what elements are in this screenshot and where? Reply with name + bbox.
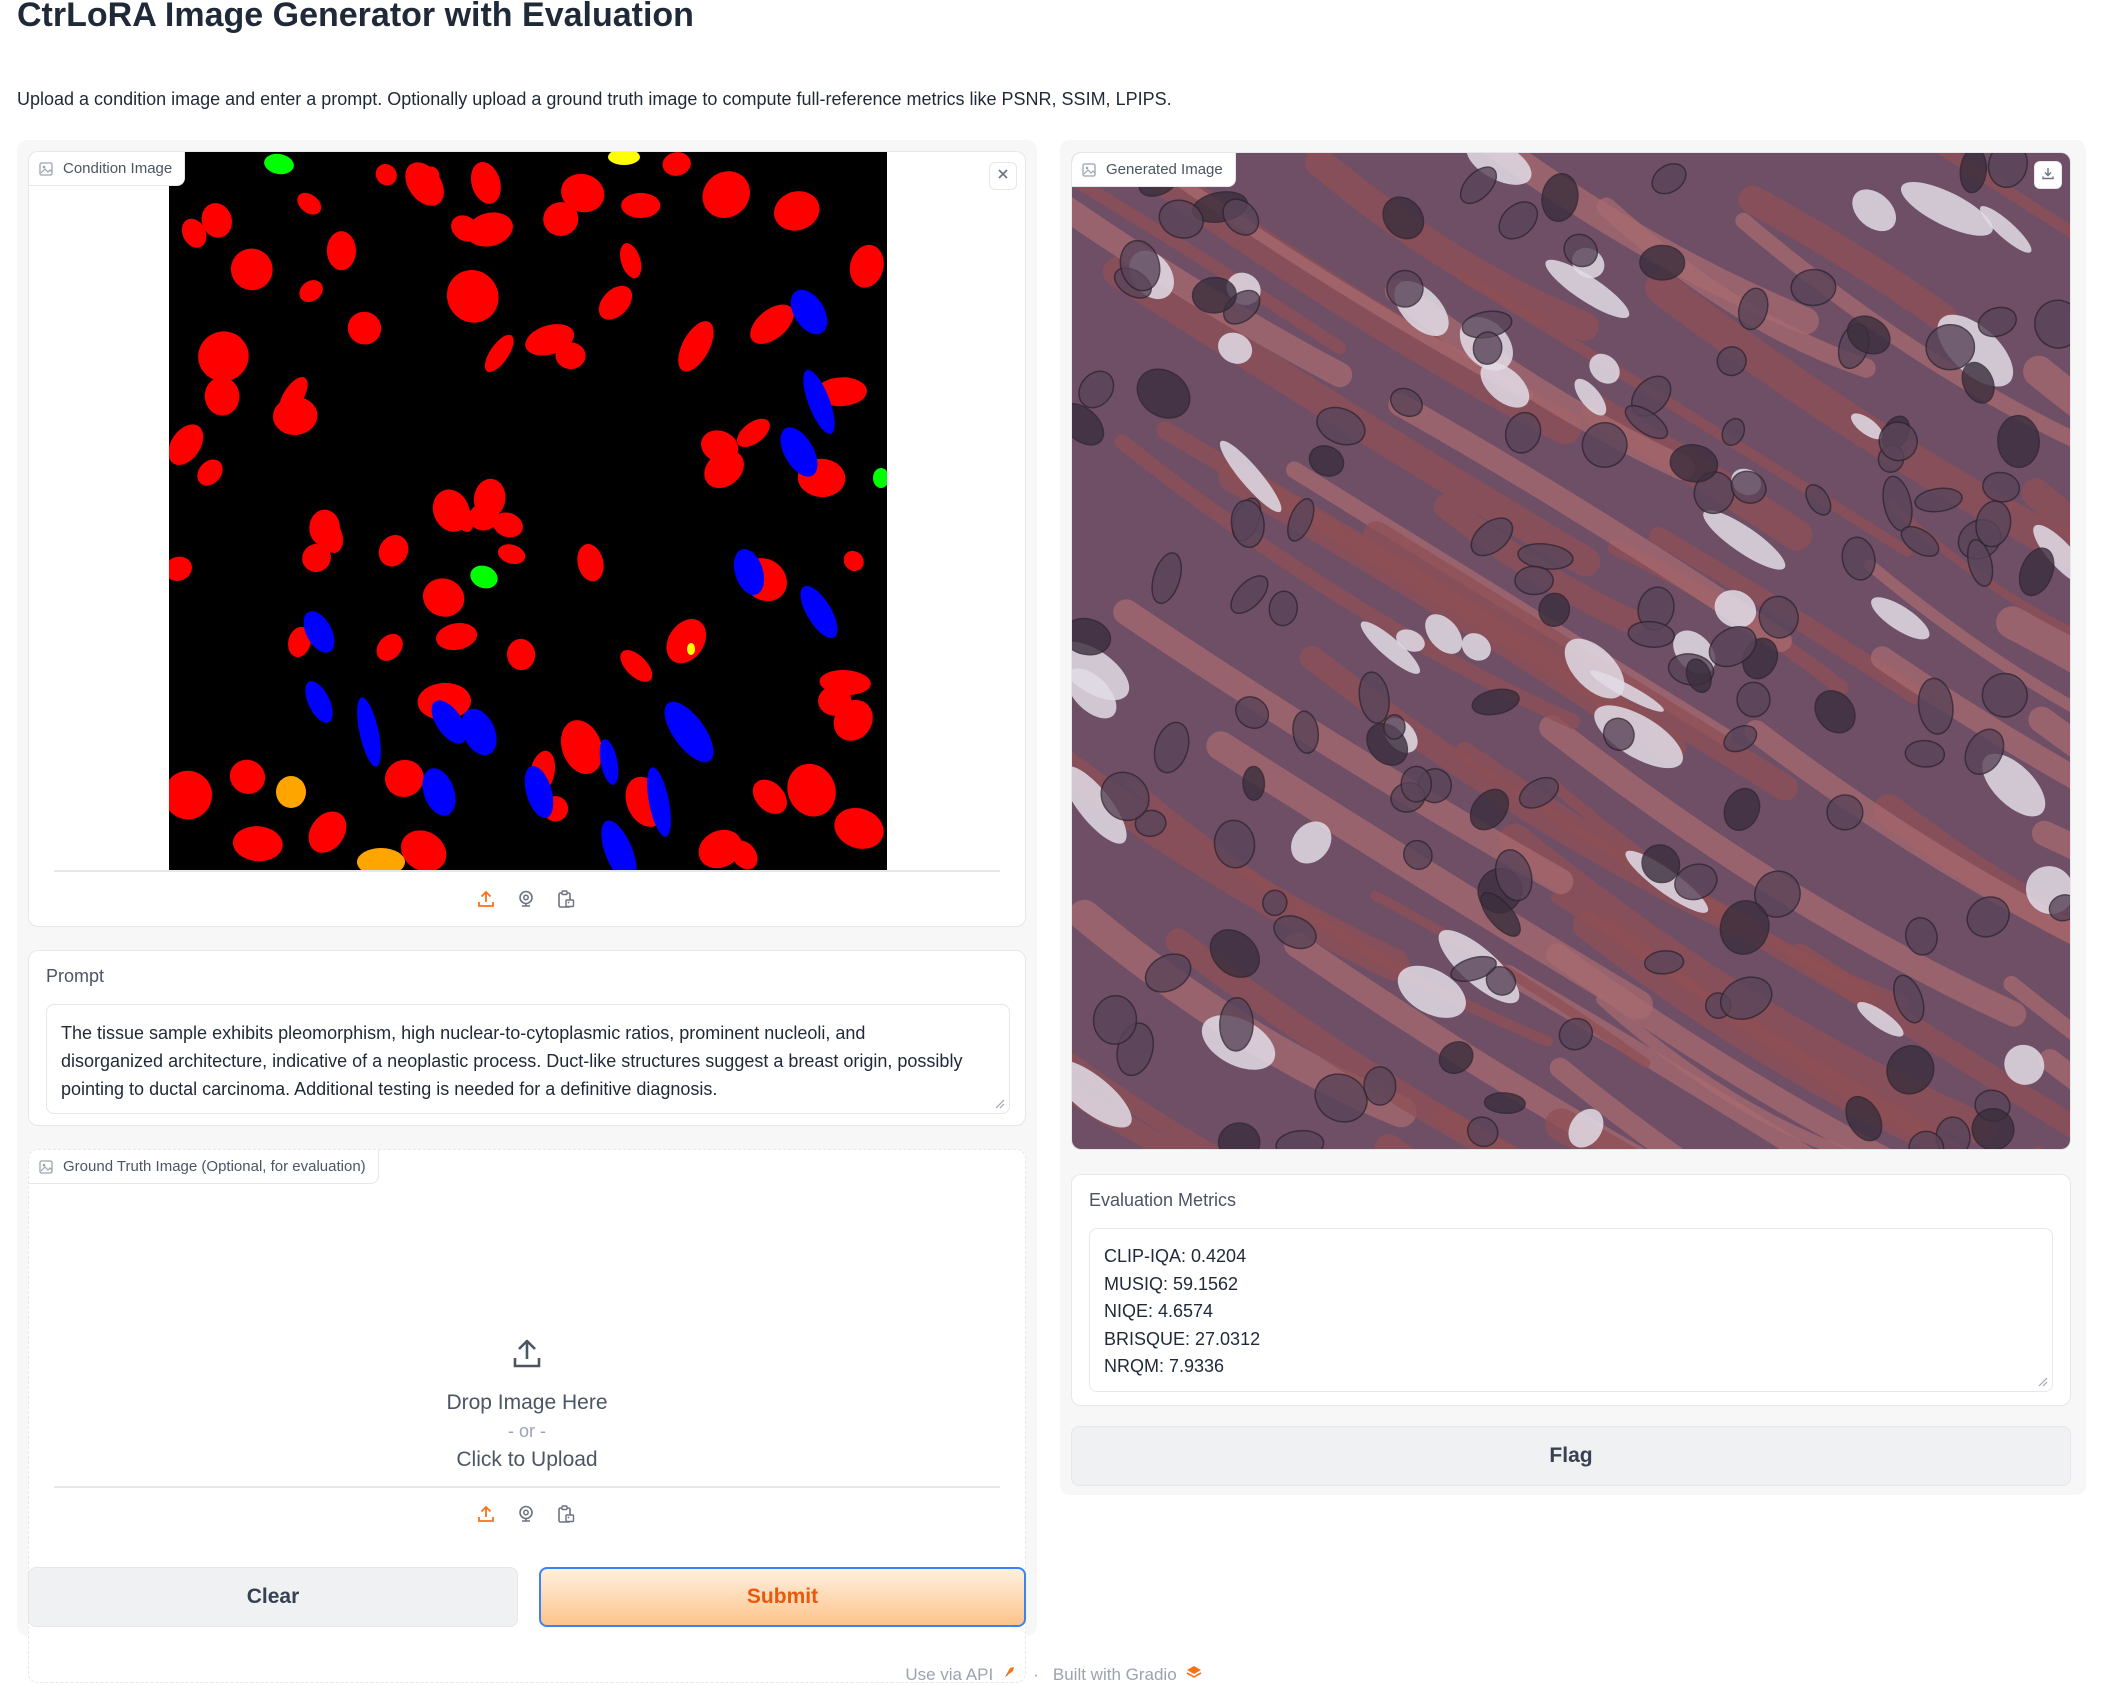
cell-nucleus — [1639, 244, 1686, 281]
cell-nucleus — [1219, 997, 1254, 1052]
built-with-gradio-link[interactable]: Built with Gradio — [1053, 1663, 1203, 1685]
condition-image[interactable] — [169, 152, 887, 870]
metric-clip-iqa: CLIP-IQA: 0.4204 — [1104, 1246, 1247, 1266]
image-icon — [1082, 162, 1096, 177]
cell-nucleus — [1242, 765, 1266, 801]
drop-image-text: Drop Image Here — [446, 1391, 608, 1414]
image-icon — [39, 161, 53, 176]
metric-nrqm: NRQM: 7.9336 — [1104, 1356, 1225, 1376]
image-icon — [39, 1159, 53, 1174]
cell-nucleus — [1826, 794, 1864, 831]
condition-image-label: Condition Image — [29, 152, 186, 186]
condition-image-label-text: Condition Image — [63, 160, 173, 177]
cell-nucleus — [1400, 765, 1433, 803]
prompt-panel: Prompt The tissue sample exhibits pleomo… — [28, 950, 1026, 1126]
generated-image-panel: Generated Image — [1071, 152, 2071, 1150]
gradio-logo-icon — [1185, 1663, 1203, 1685]
left-column: Condition Image Prompt The tissue sample… — [17, 140, 1037, 1683]
metric-niqe: NIQE: 4.6574 — [1104, 1301, 1214, 1321]
use-via-api-link[interactable]: Use via API — [905, 1663, 1019, 1685]
metric-brisque: BRISQUE: 27.0312 — [1104, 1328, 1261, 1349]
close-button[interactable] — [989, 162, 1017, 190]
prompt-line: disorganized architecture, indicative of… — [61, 1051, 963, 1071]
nucleus-mask-blob — [276, 776, 306, 808]
generated-image-label-text: Generated Image — [1106, 161, 1223, 178]
generated-image-label: Generated Image — [1072, 153, 1236, 187]
metrics-textbox[interactable]: CLIP-IQA: 0.4204 MUSIQ: 59.1562 NIQE: 4.… — [1089, 1228, 2053, 1392]
prompt-line: pointing to ductal carcinoma. Additional… — [61, 1079, 718, 1099]
prompt-textarea[interactable]: The tissue sample exhibits pleomorphism,… — [46, 1004, 1010, 1114]
upload-icon — [509, 1336, 545, 1377]
metric-musiq: MUSIQ: 59.1562 — [1104, 1273, 1239, 1294]
footer: Use via API · Built with Gradio — [0, 1663, 2108, 1685]
prompt-label: Prompt — [46, 966, 105, 986]
clipboard-icon[interactable] — [556, 1504, 576, 1524]
cell-nucleus — [1383, 714, 1406, 740]
flag-button[interactable]: Flag — [1071, 1426, 2071, 1486]
cell-nucleus — [1736, 681, 1771, 718]
page-title: CtrLoRA Image Generator with Evaluation — [17, 0, 694, 34]
condition-source-row — [476, 889, 576, 909]
resize-handle-icon[interactable] — [993, 1097, 1005, 1109]
ground-truth-dropzone[interactable]: Drop Image Here - or - Click to Upload — [29, 1194, 1025, 1614]
download-button[interactable] — [2034, 161, 2062, 189]
metrics-panel: Evaluation Metrics CLIP-IQA: 0.4204 MUSI… — [1071, 1174, 2071, 1406]
webcam-icon[interactable] — [516, 1504, 536, 1524]
upload-icon[interactable] — [476, 1504, 496, 1524]
close-icon — [997, 167, 1009, 185]
condition-image-panel: Condition Image — [28, 151, 1026, 927]
webcam-icon[interactable] — [516, 889, 536, 909]
resize-handle-icon[interactable] — [2036, 1375, 2048, 1387]
page-description: Upload a condition image and enter a pro… — [17, 89, 1172, 109]
clear-button[interactable]: Clear — [28, 1567, 518, 1627]
generated-image[interactable] — [1072, 153, 2070, 1149]
built-with-gradio-text: Built with Gradio — [1052, 1664, 1177, 1684]
prompt-line: The tissue sample exhibits pleomorphism,… — [61, 1023, 866, 1043]
or-text: - or - — [508, 1421, 546, 1441]
footer-separator: · — [1033, 1664, 1039, 1684]
ground-truth-source-row — [476, 1504, 576, 1524]
nucleus-mask-blob — [687, 643, 695, 655]
submit-button[interactable]: Submit — [539, 1567, 1026, 1627]
rocket-icon — [1001, 1663, 1019, 1685]
ground-truth-divider — [54, 1486, 1000, 1488]
cell-nucleus — [1514, 565, 1554, 596]
condition-image-divider — [54, 870, 1000, 872]
click-to-upload-text: Click to Upload — [456, 1448, 598, 1471]
upload-icon[interactable] — [476, 889, 496, 909]
clipboard-icon[interactable] — [556, 889, 576, 909]
right-column: Generated Image Evaluation Metrics CLIP-… — [1060, 140, 2086, 1495]
use-via-api-text: Use via API — [905, 1664, 994, 1684]
ground-truth-label-text: Ground Truth Image (Optional, for evalua… — [63, 1158, 366, 1175]
metrics-label: Evaluation Metrics — [1089, 1190, 1237, 1210]
download-icon — [2041, 166, 2055, 185]
ground-truth-label: Ground Truth Image (Optional, for evalua… — [29, 1150, 379, 1184]
cell-nucleus — [1363, 1066, 1397, 1106]
